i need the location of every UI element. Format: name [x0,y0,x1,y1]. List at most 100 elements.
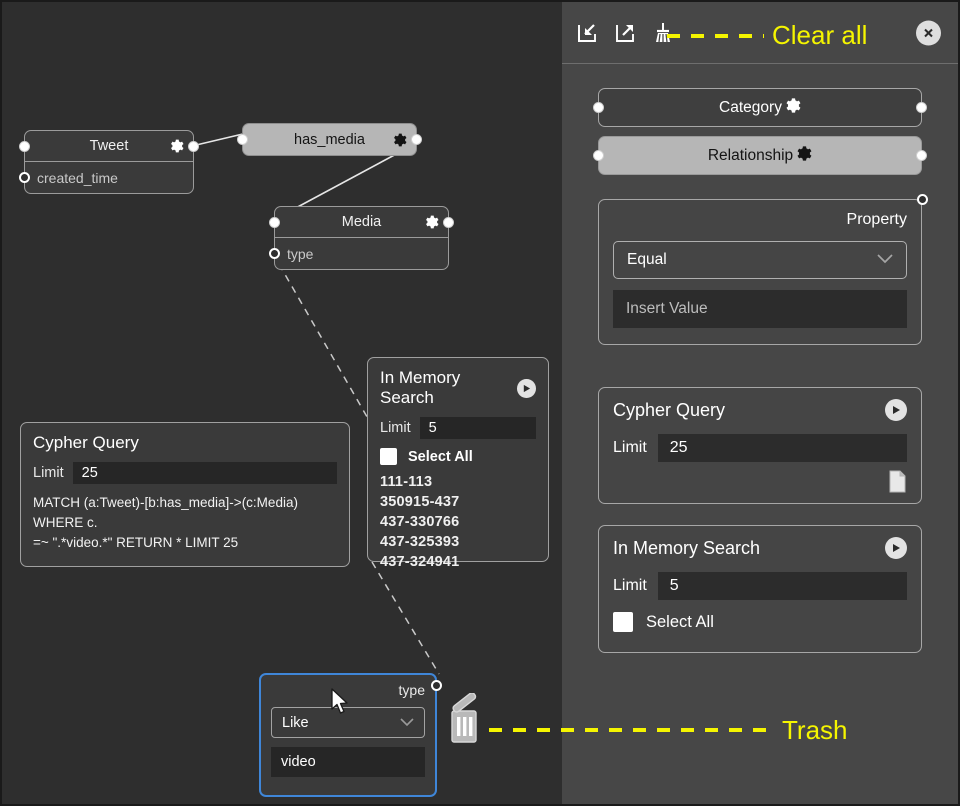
side-panel: Category Relationship Property Equal [562,2,958,804]
panel-button-label: Category [719,99,782,117]
card-title: Cypher Query [33,433,139,453]
node-property-label: created_time [37,170,118,186]
port-left[interactable] [237,134,248,145]
node-header: Media [275,207,448,238]
search-results-list[interactable]: 111-113 350915-437 437-330766 437-325393… [380,474,536,570]
port-property-left[interactable] [269,248,280,259]
graph-node-has-media[interactable]: has_media [242,123,417,156]
limit-row: Limit 25 [613,434,907,462]
import-icon[interactable] [574,20,600,46]
limit-row: Limit 5 [380,417,536,439]
panel-card-cypher-query[interactable]: Cypher Query Limit 25 [598,387,922,504]
node-header: Tweet [25,131,193,162]
panel-card-property[interactable]: Property Equal Insert Value [598,199,922,345]
card-title: In Memory Search [613,538,760,559]
select-all-checkbox[interactable] [380,448,397,465]
broom-icon[interactable] [650,20,676,46]
operator-dropdown[interactable]: Like [271,707,425,738]
gear-icon[interactable] [390,131,407,148]
play-icon[interactable] [885,537,907,559]
play-icon[interactable] [517,379,536,398]
node-property-label: type [287,246,313,262]
port-left[interactable] [269,217,280,228]
cypher-query-text[interactable]: MATCH (a:Tweet)-[b:has_media]->(c:Media)… [33,493,337,553]
port-left[interactable] [593,150,604,161]
port-right[interactable] [431,680,442,691]
card-title-row: Cypher Query [33,433,337,453]
node-title: Tweet [90,138,129,154]
gear-icon[interactable] [782,96,801,120]
select-all-row[interactable]: Select All [613,612,907,632]
operator-value: Equal [627,251,667,269]
chevron-down-icon [877,251,893,269]
panel-button-category[interactable]: Category [598,88,922,127]
card-title-row: Cypher Query [613,399,907,421]
node-title: has_media [294,132,365,148]
select-all-row[interactable]: Select All [380,448,536,465]
list-item[interactable]: 437-324941 [380,554,536,570]
property-node-title: type [271,682,425,698]
gear-icon[interactable] [422,214,439,231]
list-item[interactable]: 350915-437 [380,494,536,510]
operator-dropdown[interactable]: Equal [613,241,907,279]
property-value: video [281,754,316,770]
graph-canvas[interactable]: Tweet created_time has_media [2,2,562,804]
panel-button-relationship[interactable]: Relationship [598,136,922,175]
graph-node-tweet[interactable]: Tweet created_time [24,130,194,194]
port-right[interactable] [916,102,927,113]
port-right[interactable] [188,141,199,152]
card-title: In Memory Search [380,368,517,408]
port-right[interactable] [411,134,422,145]
canvas-node-property-type[interactable]: type Like video [259,673,437,797]
card-title: Cypher Query [613,400,725,421]
limit-label: Limit [613,577,647,595]
port-right[interactable] [916,150,927,161]
close-button[interactable] [916,20,941,45]
limit-label: Limit [613,439,647,457]
canvas-card-in-memory-search[interactable]: In Memory Search Limit 5 Select All 111-… [367,357,549,562]
select-all-label: Select All [408,449,473,465]
limit-input[interactable]: 5 [658,572,907,600]
play-icon[interactable] [885,399,907,421]
panel-toolbar [562,2,958,64]
limit-row: Limit 5 [613,572,907,600]
chevron-down-icon [400,715,414,731]
port-right[interactable] [917,194,928,205]
list-item[interactable]: 437-330766 [380,514,536,530]
value-input[interactable]: Insert Value [613,290,907,328]
list-item[interactable]: 111-113 [380,474,536,490]
value-placeholder: Insert Value [626,300,708,318]
limit-label: Limit [33,465,64,481]
annotation-clear-all: Clear all [772,20,867,51]
panel-button-label: Relationship [708,147,793,165]
gear-icon[interactable] [167,138,184,155]
export-icon[interactable] [612,20,638,46]
application-window: Tweet created_time has_media [0,0,960,806]
graph-node-media[interactable]: Media type [274,206,449,270]
limit-input[interactable]: 5 [420,417,536,439]
node-header: has_media [243,124,416,155]
port-left[interactable] [19,141,30,152]
limit-input[interactable]: 25 [658,434,907,462]
select-all-label: Select All [646,613,714,632]
document-icon[interactable] [888,470,907,493]
select-all-checkbox[interactable] [613,612,633,632]
node-title: Media [342,214,382,230]
port-property-left[interactable] [19,172,30,183]
card-title-row: In Memory Search [380,368,536,408]
node-property-row[interactable]: type [275,238,448,269]
annotation-trash: Trash [782,715,848,746]
node-property-row[interactable]: created_time [25,162,193,193]
list-item[interactable]: 437-325393 [380,534,536,550]
limit-label: Limit [380,420,411,436]
card-title-row: In Memory Search [613,537,907,559]
port-right[interactable] [443,217,454,228]
property-value-input[interactable]: video [271,747,425,777]
limit-row: Limit 25 [33,462,337,484]
gear-icon[interactable] [793,144,812,168]
limit-input[interactable]: 25 [73,462,337,484]
canvas-card-cypher-query[interactable]: Cypher Query Limit 25 MATCH (a:Tweet)-[b… [20,422,350,567]
trash-icon[interactable] [445,693,485,747]
port-left[interactable] [593,102,604,113]
panel-card-in-memory-search[interactable]: In Memory Search Limit 5 Select All [598,525,922,653]
